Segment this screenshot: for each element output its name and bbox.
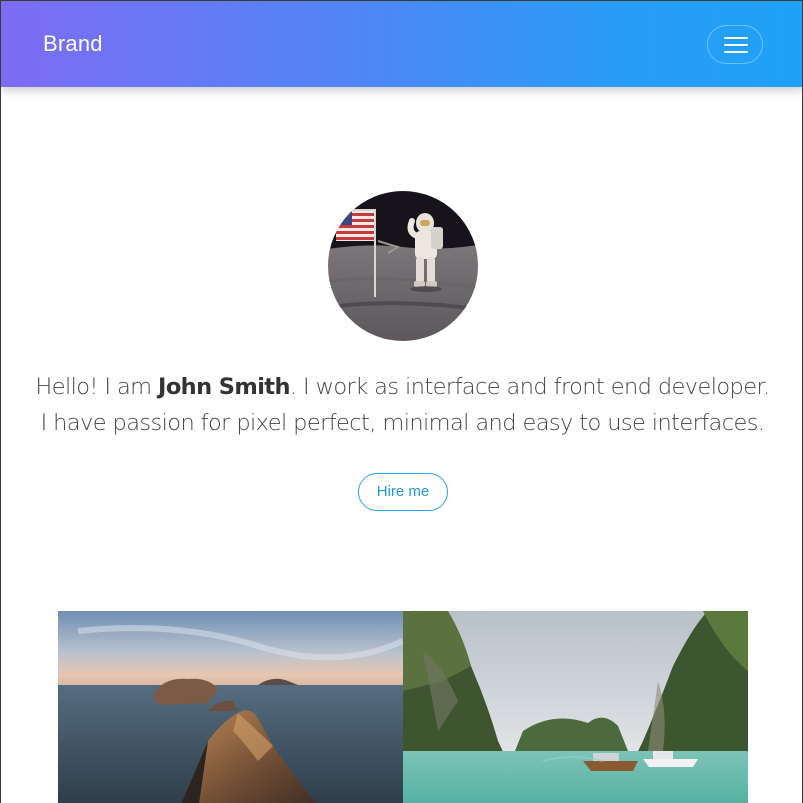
page: Brand Hello! I am John Smith. I work as … (0, 0, 803, 803)
gallery-photo-tropical-bay[interactable] (403, 611, 748, 803)
intro-greeting: Hello! I am (35, 374, 159, 400)
intro-line-2: I have passion for pixel perfect, minima… (40, 410, 765, 436)
hire-me-button[interactable]: Hire me (358, 473, 448, 511)
profile-name: John Smith (158, 374, 290, 400)
intro-role: . I work as interface and front end deve… (289, 374, 770, 400)
coastal-rocks-photo (58, 611, 403, 803)
intro-text: Hello! I am John Smith. I work as interf… (1, 369, 802, 441)
photo-gallery (58, 611, 748, 803)
tropical-bay-boats-photo (403, 611, 748, 803)
menu-toggle-button[interactable] (707, 25, 763, 64)
intro-line-1: Hello! I am John Smith. I work as interf… (1, 369, 802, 405)
avatar (328, 191, 478, 341)
navbar: Brand (1, 1, 802, 87)
brand-link[interactable]: Brand (43, 31, 103, 57)
astronaut-photo (328, 191, 478, 341)
gallery-photo-coastal-rocks[interactable] (58, 611, 403, 803)
